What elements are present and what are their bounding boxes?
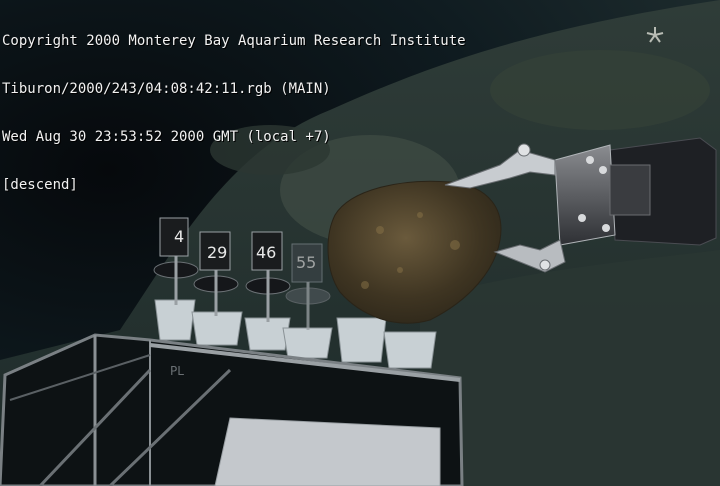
core-tube-55-label: 55 [296,253,316,272]
seafloor-rock-outcrop-2 [490,50,710,130]
core-tube-46-label: 46 [256,243,276,262]
core-tube-29-label: 29 [207,243,227,262]
svg-text:PL: PL [170,364,184,378]
mode-status: [descend] [2,177,78,193]
copyright-text: Copyright 2000 Monterey Bay Aquarium Res… [2,33,466,49]
video-overlay: Copyright 2000 Monterey Bay Aquarium Res… [2,1,466,209]
core-tube-4-label: 4 [174,227,184,246]
timestamp-text: Wed Aug 30 23:53:52 2000 GMT (local +7) [2,129,331,145]
source-filename: Tiburon/2000/243/04:08:42:11.rgb (MAIN) [2,81,331,97]
